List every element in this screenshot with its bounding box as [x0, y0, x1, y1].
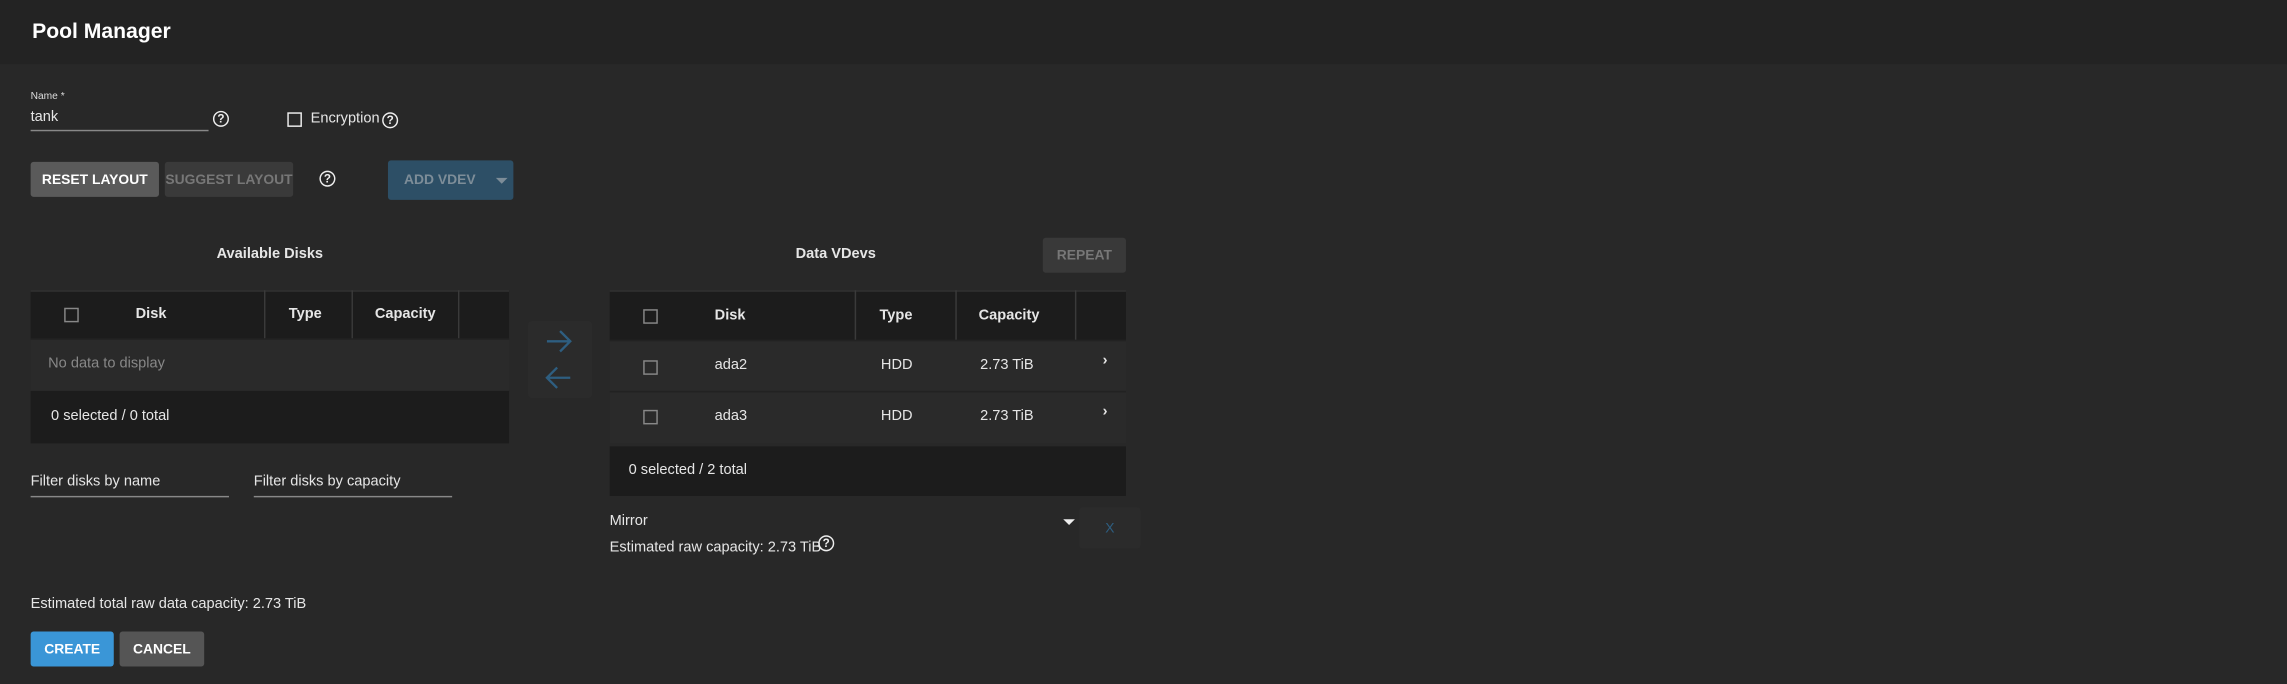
- available-disks-title: Available Disks: [216, 246, 324, 263]
- row-capacity: 2.73 TiB: [980, 408, 1034, 425]
- page-title: Pool Manager: [32, 20, 171, 44]
- row-checkbox[interactable]: [643, 409, 658, 425]
- column-divider: [854, 290, 857, 340]
- column-divider: [263, 290, 266, 339]
- column-disk[interactable]: Disk: [136, 306, 167, 322]
- page-header: [0, 0, 2287, 65]
- repeat-button[interactable]: REPEAT: [1042, 237, 1126, 273]
- help-icon[interactable]: ?: [212, 110, 229, 127]
- filter-name-input[interactable]: Filter disks by name: [30, 474, 229, 498]
- vdev-count: 0 selected / 2 total: [628, 462, 748, 479]
- column-capacity[interactable]: Capacity: [375, 306, 436, 322]
- help-icon[interactable]: ?: [818, 535, 835, 552]
- estimated-total-capacity: Estimated total raw data capacity: 2.73 …: [30, 596, 307, 613]
- chevron-down-icon[interactable]: [1063, 519, 1075, 526]
- suggest-layout-button[interactable]: SUGGEST LAYOUT: [164, 161, 294, 197]
- help-icon[interactable]: ?: [382, 112, 399, 129]
- add-vdev-label: ADD VDEV: [404, 172, 476, 189]
- column-disk[interactable]: Disk: [715, 308, 746, 324]
- column-divider: [351, 290, 353, 339]
- table-row[interactable]: ada2 HDD 2.73 TiB ›: [609, 339, 1126, 393]
- column-divider: [955, 290, 957, 340]
- name-input[interactable]: tank: [30, 109, 209, 132]
- empty-message: No data to display: [48, 355, 165, 372]
- arrow-right-icon[interactable]: [544, 330, 573, 353]
- row-disk: ada2: [714, 357, 748, 374]
- create-button[interactable]: CREATE: [30, 631, 114, 667]
- available-count: 0 selected / 0 total: [51, 408, 170, 425]
- encryption-checkbox[interactable]: [287, 112, 302, 127]
- remove-vdev-button[interactable]: X: [1079, 507, 1141, 549]
- column-divider: [457, 290, 460, 339]
- name-label: Name *: [30, 91, 65, 103]
- row-checkbox[interactable]: [643, 360, 658, 375]
- row-disk: ada3: [714, 408, 748, 425]
- column-type[interactable]: Type: [289, 306, 322, 322]
- vdev-layout-select[interactable]: Mirror: [610, 513, 648, 529]
- help-icon[interactable]: ?: [319, 170, 336, 187]
- data-vdevs-title: Data VDevs: [795, 246, 876, 263]
- chevron-down-icon: [496, 177, 508, 184]
- column-divider: [1074, 290, 1077, 340]
- select-all-checkbox[interactable]: [64, 307, 79, 323]
- select-all-checkbox[interactable]: [643, 309, 658, 324]
- row-type: HDD: [880, 408, 913, 425]
- table-row[interactable]: ada3 HDD 2.73 TiB ›: [609, 390, 1126, 444]
- arrow-left-icon[interactable]: [544, 366, 573, 389]
- available-table-header: [30, 290, 510, 340]
- column-capacity[interactable]: Capacity: [979, 308, 1040, 324]
- filter-capacity-input[interactable]: Filter disks by capacity: [253, 474, 453, 498]
- chevron-right-icon[interactable]: ›: [1103, 353, 1108, 369]
- pool-manager-page: Pool Manager Name * tank ? Encryption ? …: [0, 0, 2287, 684]
- column-type[interactable]: Type: [879, 308, 912, 324]
- vdev-table-header: [609, 290, 1126, 342]
- estimated-raw-capacity: Estimated raw capacity: 2.73 TiB: [609, 539, 822, 556]
- cancel-button[interactable]: CANCEL: [119, 631, 205, 667]
- add-vdev-button[interactable]: ADD VDEV: [387, 160, 514, 200]
- chevron-right-icon[interactable]: ›: [1103, 404, 1108, 420]
- row-type: HDD: [880, 357, 913, 374]
- reset-layout-button[interactable]: RESET LAYOUT: [30, 161, 159, 197]
- row-capacity: 2.73 TiB: [980, 357, 1034, 374]
- encryption-label: Encryption: [310, 110, 380, 127]
